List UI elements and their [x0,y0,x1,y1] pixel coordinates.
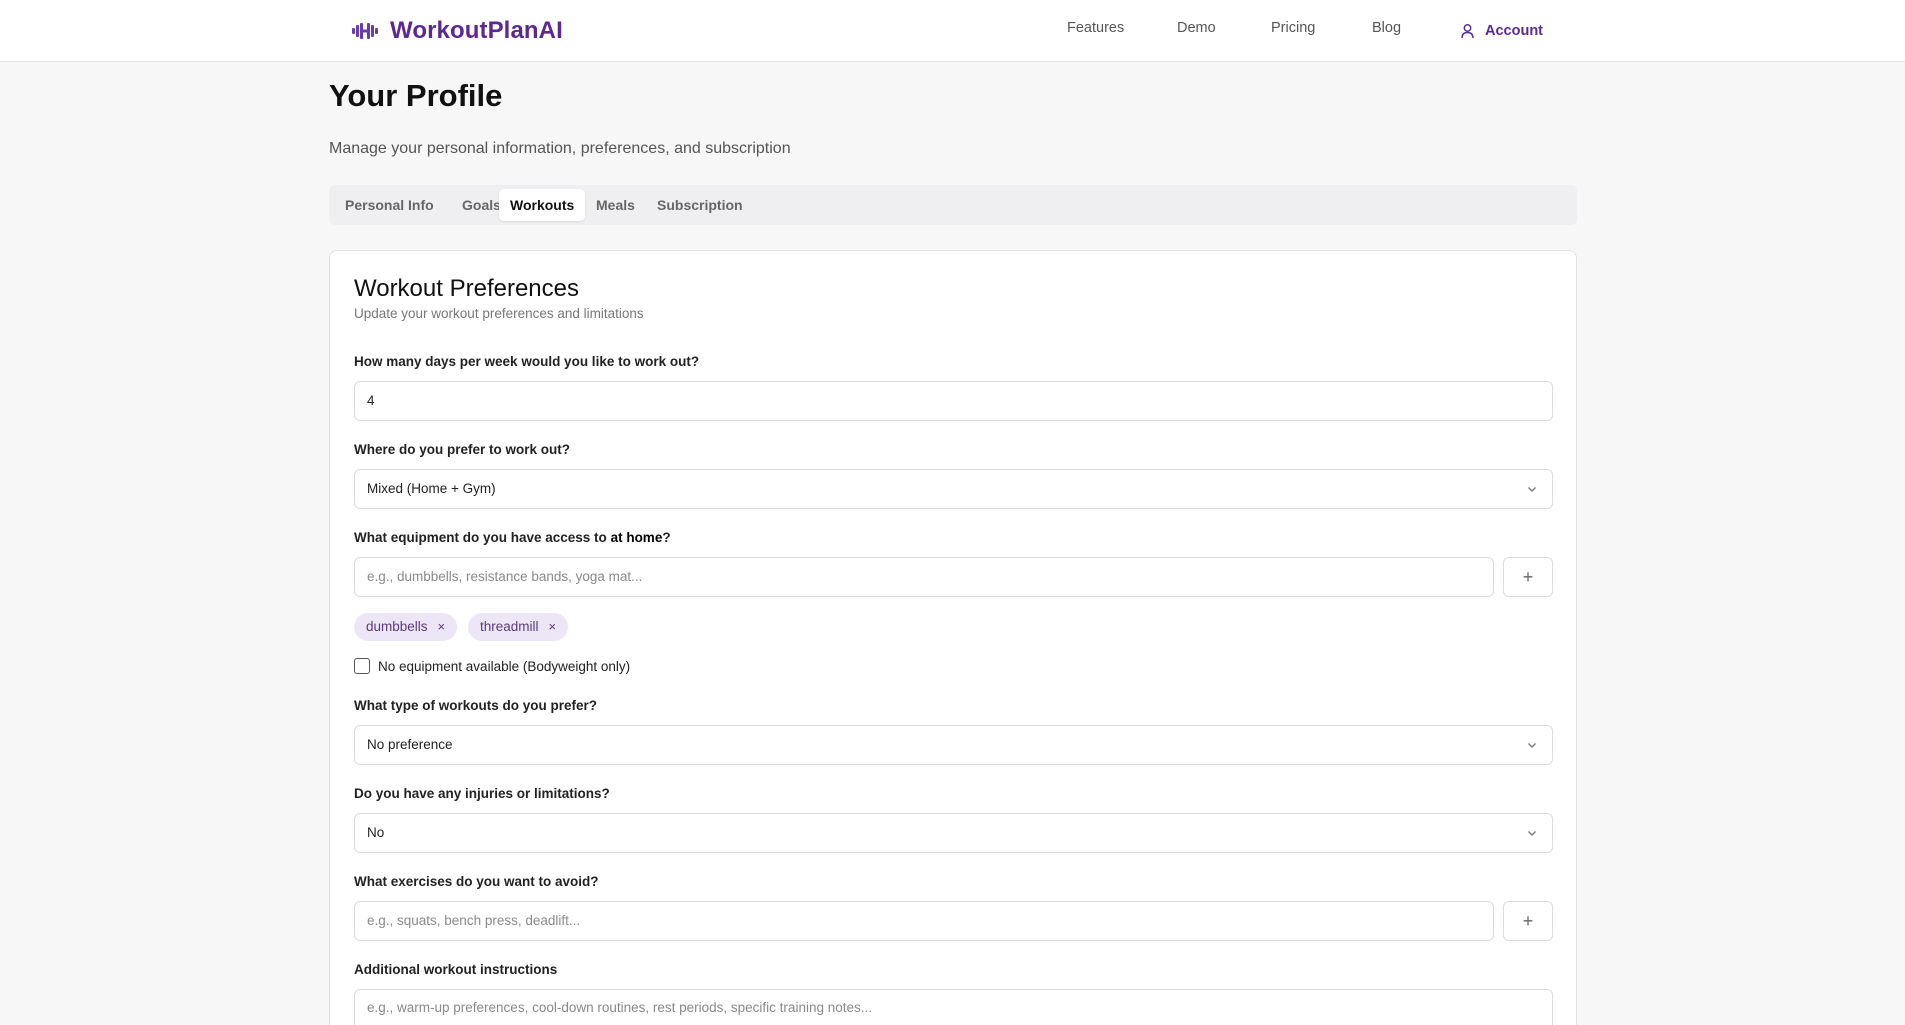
equipment-label-text: What equipment do you have access to [354,530,611,545]
chevron-down-icon [1528,831,1536,836]
workout-type-label: What type of workouts do you prefer? [354,698,598,713]
additional-instructions-label: Additional workout instructions [354,962,558,977]
no-equipment-label[interactable]: No equipment available (Bodyweight only) [378,659,630,674]
injuries-value: No [367,825,385,840]
equipment-label-emphasis: at home [610,530,663,545]
additional-instructions-textarea[interactable]: e.g., warm-up preferences, cool-down rou… [354,989,1553,1025]
nav-account-link[interactable]: Account [1460,19,1543,43]
equipment-tag-label: dumbbells [366,619,428,634]
days-per-week-input[interactable]: 4 [354,381,1553,421]
avoid-exercises-label: What exercises do you want to avoid? [354,874,599,889]
injuries-select[interactable]: No [354,813,1553,853]
dumbbell-waveform-icon [352,23,378,39]
equipment-label: What equipment do you have access to at … [354,530,671,545]
add-avoid-exercise-button[interactable]: + [1503,901,1553,941]
equipment-placeholder: e.g., dumbbells, resistance bands, yoga … [367,569,643,584]
close-icon[interactable]: × [549,613,557,641]
plus-icon: + [1522,566,1534,587]
nav-demo-link[interactable]: Demo [1177,20,1216,42]
workout-type-value: No preference [367,737,453,752]
workout-location-label: Where do you prefer to work out? [354,442,571,457]
workout-type-select[interactable]: No preference [354,725,1553,765]
page-title: Your Profile [329,78,503,113]
no-equipment-row: No equipment available (Bodyweight only) [354,658,630,674]
add-equipment-button[interactable]: + [1503,557,1553,597]
equipment-input[interactable]: e.g., dumbbells, resistance bands, yoga … [354,557,1494,597]
user-icon [1461,24,1474,39]
workout-location-select[interactable]: Mixed (Home + Gym) [354,469,1553,509]
equipment-tag-label: threadmill [480,619,539,634]
days-per-week-value: 4 [367,393,375,408]
plus-icon: + [1522,910,1534,931]
equipment-tag-dumbbells: dumbbells × [354,613,458,641]
tab-workouts[interactable]: Workouts [499,189,586,221]
nav-pricing-link[interactable]: Pricing [1271,20,1315,42]
card-description: Update your workout preferences and limi… [354,306,644,321]
brand-name: WorkoutPlanAI [390,17,563,44]
close-icon[interactable]: × [438,613,446,641]
card-title: Workout Preferences [354,275,579,302]
days-per-week-label: How many days per week would you like to… [354,354,700,369]
injuries-label: Do you have any injuries or limitations? [354,786,610,801]
equipment-tag-threadmill: threadmill × [468,613,569,641]
additional-instructions-placeholder: e.g., warm-up preferences, cool-down rou… [367,1000,872,1015]
workout-preferences-card: Workout Preferences Update your workout … [329,250,1577,1025]
top-navigation-bar: WorkoutPlanAI Features Demo Pricing Blog… [0,0,1905,62]
tab-personal-info[interactable]: Personal Info [334,189,445,221]
no-equipment-checkbox[interactable] [354,658,370,674]
chevron-down-icon [1528,487,1536,492]
tab-subscription[interactable]: Subscription [646,189,754,221]
chevron-down-icon [1528,743,1536,748]
brand-logo[interactable]: WorkoutPlanAI [352,14,563,48]
profile-tabs: Personal Info Goals Workouts Meals Subsc… [329,185,1577,225]
page-subtitle: Manage your personal information, prefer… [329,140,791,157]
workout-location-value: Mixed (Home + Gym) [367,481,496,496]
account-label: Account [1485,23,1543,39]
avoid-exercises-input[interactable]: e.g., squats, bench press, deadlift... [354,901,1494,941]
avoid-exercises-placeholder: e.g., squats, bench press, deadlift... [367,913,581,928]
tab-meals[interactable]: Meals [585,189,646,221]
nav-blog-link[interactable]: Blog [1372,20,1401,42]
equipment-label-suffix: ? [662,530,671,545]
nav-features-link[interactable]: Features [1067,20,1124,42]
